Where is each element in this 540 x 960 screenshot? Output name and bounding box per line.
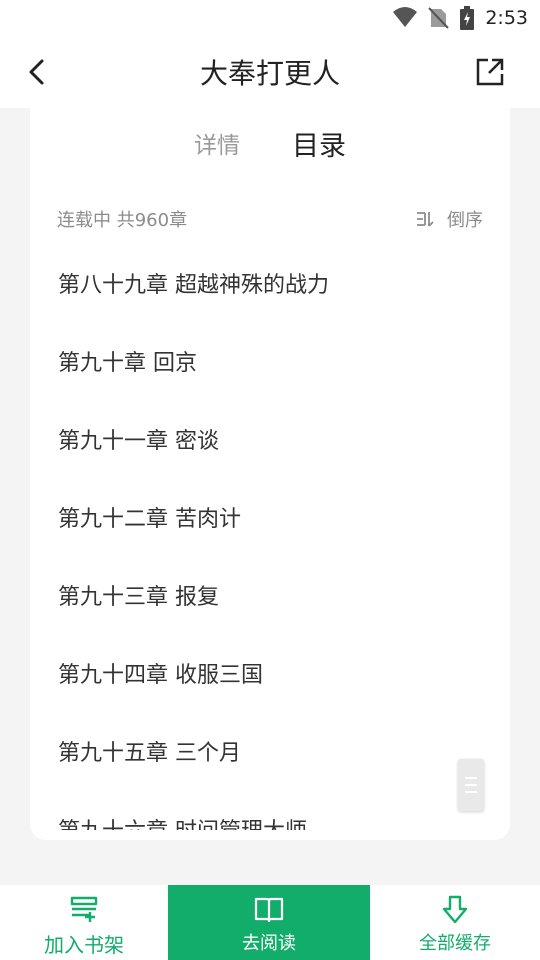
grip-line: [465, 784, 477, 786]
page-title: 大奉打更人: [199, 57, 340, 90]
chapter-item[interactable]: 第九十三章 报复: [58, 579, 219, 611]
cache-all-label: 全部缓存: [419, 933, 491, 954]
open-book-icon: [254, 897, 284, 923]
chapter-item[interactable]: 第九十二章 苦肉计: [58, 501, 241, 533]
bottom-action-bar: 加入书架 去阅读 全部缓存: [0, 885, 540, 960]
add-to-shelf-label: 加入书架: [44, 933, 124, 957]
share-button[interactable]: [474, 56, 506, 88]
catalog-status: 连载中 共960章: [57, 210, 188, 231]
sort-toggle[interactable]: 倒序: [415, 206, 483, 232]
cache-all-button[interactable]: 全部缓存: [370, 885, 540, 960]
tab-details[interactable]: 详情: [194, 126, 240, 160]
sort-label: 倒序: [447, 210, 483, 231]
tab-bar: 详情 目录: [30, 126, 510, 166]
chapter-item[interactable]: 第九十一章 密谈: [58, 423, 219, 455]
chapter-item[interactable]: 第九十六章 时间管理大师: [58, 813, 307, 830]
chapter-list: 第八十九章 超越神殊的战力 第九十章 回京 第九十一章 密谈 第九十二章 苦肉计…: [30, 242, 510, 830]
catalog-card: 详情 目录 连载中 共960章 倒序 第八十九章 超越神殊的战力 第九十章 回京…: [30, 108, 510, 840]
read-label: 去阅读: [242, 933, 296, 954]
sort-icon: [417, 212, 434, 227]
chapter-item[interactable]: 第九十五章 三个月: [58, 735, 241, 767]
chapter-item[interactable]: 第九十四章 收服三国: [58, 657, 263, 689]
chapter-item[interactable]: 第八十九章 超越神殊的战力: [58, 267, 329, 299]
grip-line: [465, 777, 477, 779]
status-time: 2:53: [485, 7, 528, 29]
grip-line: [465, 791, 477, 793]
read-button[interactable]: 去阅读: [168, 885, 370, 960]
no-sim-icon: [427, 6, 449, 34]
chapter-item[interactable]: 第九十章 回京: [58, 345, 197, 377]
add-to-shelf-button[interactable]: 加入书架: [0, 885, 168, 960]
tab-catalog[interactable]: 目录: [292, 124, 346, 163]
battery-charging-icon: [458, 6, 476, 34]
share-icon: [476, 58, 504, 86]
wifi-icon: [392, 6, 418, 32]
status-bar: 2:53: [0, 0, 540, 36]
fast-scroll-handle[interactable]: [458, 759, 484, 811]
app-bar: 大奉打更人: [0, 36, 540, 108]
bookshelf-add-icon: [70, 896, 98, 922]
download-arrow-icon: [442, 895, 468, 924]
